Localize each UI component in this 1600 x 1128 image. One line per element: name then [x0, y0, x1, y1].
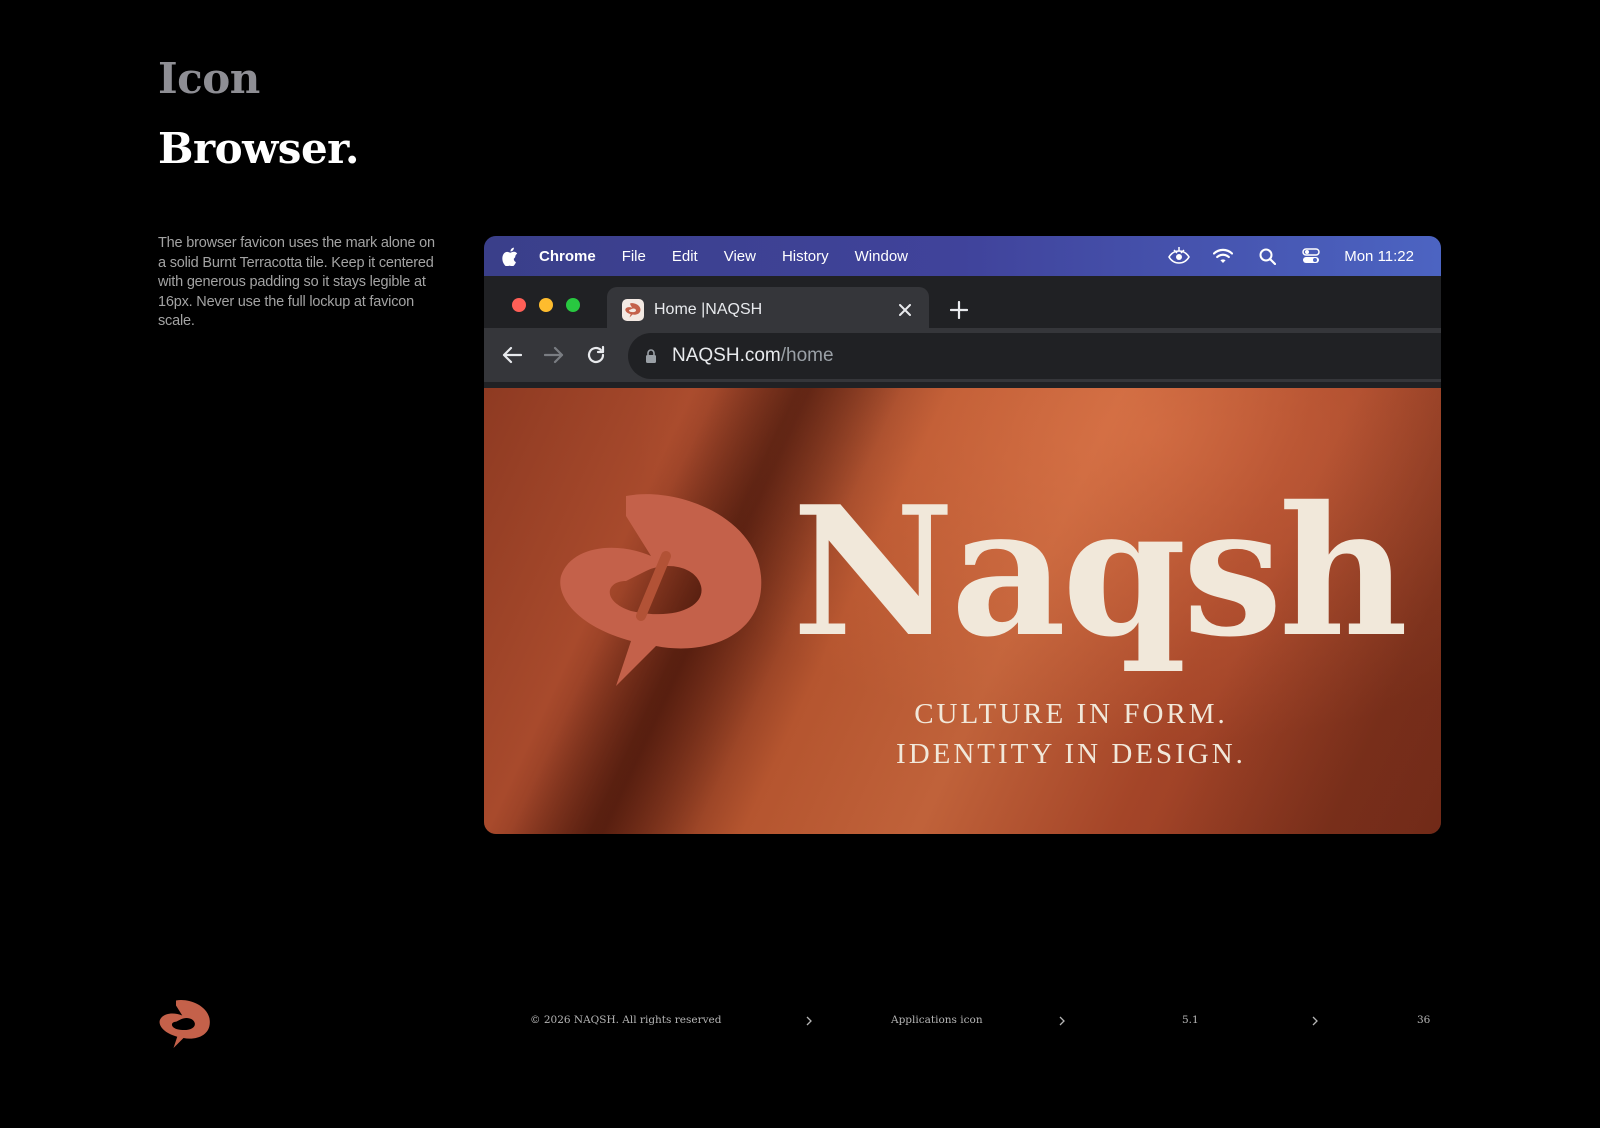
- control-center-icon[interactable]: [1300, 245, 1322, 267]
- footer-page-number: 36: [1417, 1014, 1431, 1026]
- page-title: Browser.: [158, 124, 360, 173]
- browser-toolbar: NAQSH.com/home: [484, 328, 1441, 382]
- maximize-window-button[interactable]: [566, 298, 580, 312]
- footer-section: Applications icon: [891, 1014, 983, 1026]
- mac-menubar: Chrome File Edit View History Window Mon…: [484, 236, 1441, 276]
- menubar-clock[interactable]: Mon 11:22: [1344, 248, 1414, 265]
- menu-view[interactable]: View: [724, 248, 756, 265]
- tab-close-icon[interactable]: [897, 302, 913, 318]
- hero-wordmark: Naqsh: [792, 467, 1408, 676]
- search-icon[interactable]: [1256, 245, 1278, 267]
- wifi-icon[interactable]: [1212, 245, 1234, 267]
- section-kicker: Icon: [158, 54, 260, 103]
- menu-app-name[interactable]: Chrome: [539, 248, 596, 265]
- url-path: /home: [780, 345, 834, 366]
- browser-mockup: Chrome File Edit View History Window Mon…: [484, 236, 1441, 834]
- tab-strip: Home |NAQSH: [484, 276, 1441, 333]
- url-host: NAQSH.com: [672, 345, 781, 366]
- address-bar[interactable]: NAQSH.com/home: [628, 333, 1441, 379]
- chevron-right-icon: [1310, 1014, 1320, 1028]
- hero-tagline: CULTURE IN FORM. IDENTITY IN DESIGN.: [856, 694, 1286, 774]
- new-tab-button[interactable]: [948, 299, 970, 321]
- footer-logo: [159, 1000, 210, 1048]
- eye-icon[interactable]: [1168, 245, 1191, 267]
- forward-arrow-icon[interactable]: [542, 343, 566, 367]
- minimize-window-button[interactable]: [539, 298, 553, 312]
- menu-window[interactable]: Window: [855, 248, 908, 265]
- tab-home[interactable]: Home |NAQSH: [607, 287, 929, 333]
- naqsh-mark-logo: [560, 494, 762, 686]
- menu-edit[interactable]: Edit: [672, 248, 698, 265]
- naqsh-mark-icon: [622, 299, 644, 321]
- tab-title: Home |NAQSH: [654, 301, 763, 318]
- tagline-line-2: IDENTITY IN DESIGN.: [896, 738, 1246, 770]
- chevron-right-icon: [1057, 1014, 1067, 1028]
- hero-banner: Naqsh CULTURE IN FORM. IDENTITY IN DESIG…: [484, 388, 1441, 834]
- lock-icon[interactable]: [644, 348, 658, 364]
- menu-file[interactable]: File: [622, 248, 646, 265]
- back-arrow-icon[interactable]: [500, 343, 524, 367]
- description-text: The browser favicon uses the mark alone …: [158, 235, 435, 329]
- close-window-button[interactable]: [512, 298, 526, 312]
- apple-icon[interactable]: [501, 246, 519, 266]
- footer-section-number: 5.1: [1182, 1014, 1199, 1026]
- menu-history[interactable]: History: [782, 248, 829, 265]
- tagline-line-1: CULTURE IN FORM.: [914, 698, 1228, 730]
- footer-copyright: © 2026 NAQSH. All rights reserved: [530, 1014, 722, 1026]
- reload-icon[interactable]: [584, 343, 608, 367]
- chevron-right-icon: [804, 1014, 814, 1028]
